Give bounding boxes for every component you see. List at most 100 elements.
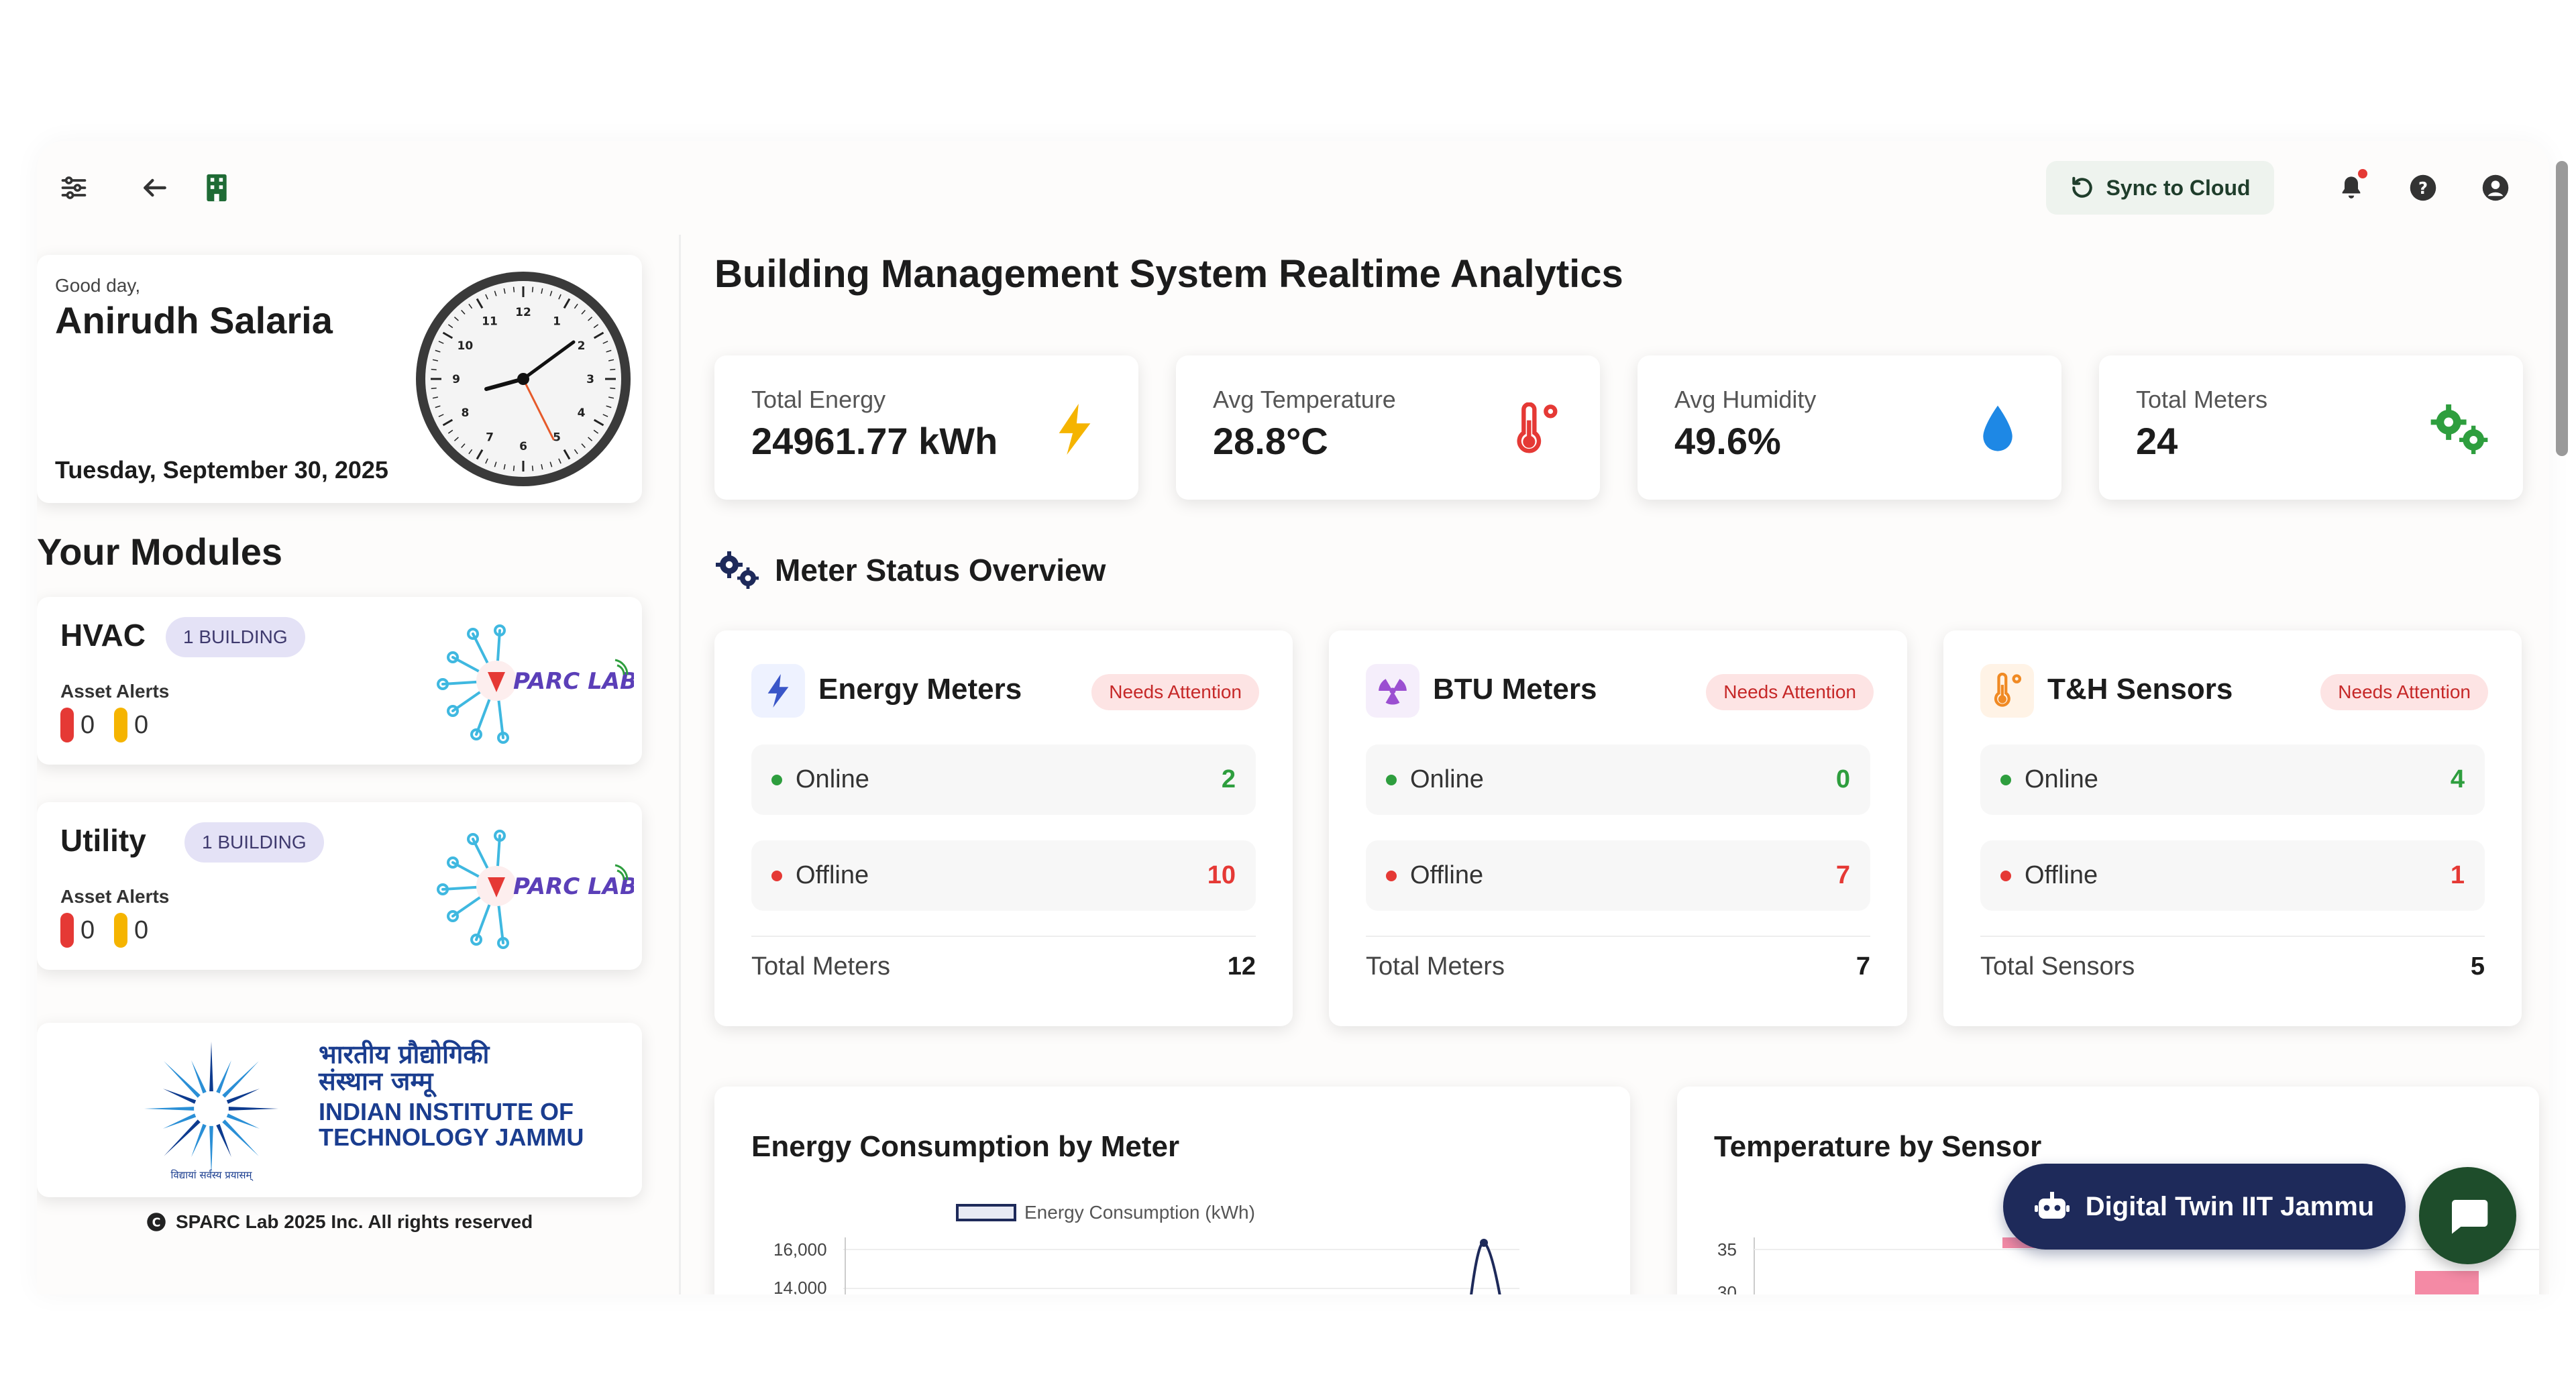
sliders-icon[interactable]: [54, 168, 94, 208]
sparc-lab-logo: PARC LAB: [437, 830, 634, 949]
offline-row: Offline 1: [1980, 840, 2485, 911]
section-title: Meter Status Overview: [775, 553, 1106, 588]
chat-button[interactable]: [2419, 1167, 2516, 1264]
clock-number: 5: [553, 431, 561, 445]
emblem-ray: [228, 1107, 278, 1111]
meter-card-energy[interactable]: Energy Meters Needs Attention Online 2 O…: [714, 630, 1293, 1026]
building-badge: 1 BUILDING: [184, 822, 324, 863]
meter-card-th-sensors[interactable]: T&H Sensors Needs Attention Online 4 Off…: [1943, 630, 2522, 1026]
meter-card-btu[interactable]: BTU Meters Needs Attention Online 0 Offl…: [1329, 630, 1907, 1026]
back-arrow-icon[interactable]: [135, 168, 175, 208]
online-row: Online 0: [1366, 744, 1870, 815]
asset-alerts-label: Asset Alerts: [60, 886, 170, 907]
radiation-icon: [1366, 664, 1419, 718]
notification-dot: [2358, 169, 2367, 178]
energy-consumption-chart: Energy Consumption by Meter Energy Consu…: [714, 1087, 1630, 1294]
clock-number: 1: [553, 315, 561, 328]
iit-name: भारतीय प्रौद्योगिकी संस्थान जम्मू INDIAN…: [319, 1040, 584, 1151]
analog-clock: 121234567891011: [416, 272, 631, 486]
sidebar: Good day, Anirudh Salaria Tuesday, Septe…: [37, 235, 681, 1294]
offline-row: Offline 10: [751, 840, 1256, 911]
clock-number: 9: [452, 373, 460, 386]
needs-attention-badge: Needs Attention: [1091, 674, 1259, 710]
needs-attention-badge: Needs Attention: [1706, 674, 1874, 710]
module-card-hvac[interactable]: HVAC 1 BUILDING Asset Alerts 0 0 PARC LA…: [37, 597, 642, 765]
stat-card-total-meters: Total Meters 24: [2099, 355, 2523, 500]
emblem-ray: [226, 1089, 260, 1104]
module-name: Utility: [60, 823, 146, 858]
clock-number: 11: [482, 315, 498, 328]
svg-text:C: C: [152, 1216, 161, 1229]
lightning-icon: [751, 664, 805, 718]
top-bar: Sync to Cloud ?: [37, 141, 2549, 235]
offline-row: Offline 7: [1366, 840, 1870, 911]
red-alert-count: 0: [60, 708, 95, 742]
clock-number: 2: [578, 339, 586, 353]
droplet-icon: [1968, 399, 2028, 459]
emblem-ray: [162, 1113, 197, 1129]
clock-number: 3: [586, 373, 594, 386]
main-content: Building Management System Realtime Anal…: [714, 235, 2539, 1294]
emblem-ray: [164, 1119, 201, 1156]
chart-legend: Energy Consumption (kWh): [956, 1202, 1255, 1223]
module-name: HVAC: [60, 618, 146, 653]
asset-alerts-label: Asset Alerts: [60, 681, 170, 702]
emblem-ray: [216, 1060, 231, 1094]
emblem-ray: [209, 1125, 213, 1176]
stat-card-avg-temperature: Avg Temperature 28.8°C: [1176, 355, 1600, 500]
stat-card-avg-humidity: Avg Humidity 49.6%: [1638, 355, 2061, 500]
chat-bubble-icon: [2451, 1199, 2487, 1234]
sync-to-cloud-button[interactable]: Sync to Cloud: [2046, 161, 2274, 215]
online-row: Online 2: [751, 744, 1256, 815]
clock-number: 10: [458, 339, 474, 353]
clock-number: 4: [578, 406, 586, 420]
account-icon[interactable]: [2475, 168, 2516, 208]
copyright-icon: C: [147, 1213, 166, 1231]
total-row: Total Meters 12: [751, 952, 1256, 981]
help-icon[interactable]: ?: [2403, 168, 2443, 208]
emblem-ray: [222, 1119, 259, 1156]
svg-text:PARC LAB: PARC LAB: [513, 873, 634, 900]
sync-icon: [2072, 176, 2093, 198]
gears-icon: [716, 551, 759, 589]
building-badge: 1 BUILDING: [166, 617, 305, 657]
lightning-icon: [1044, 399, 1105, 459]
svg-text:?: ?: [2418, 178, 2428, 198]
emblem-ray: [162, 1089, 197, 1104]
total-row: Total Sensors 5: [1980, 952, 2485, 981]
yellow-alert-count: 0: [114, 913, 148, 948]
greeting-card: Good day, Anirudh Salaria Tuesday, Septe…: [37, 255, 642, 503]
iit-jammu-logo-card: विद्यायां सर्वस्य प्रयासम् भारतीय प्रौद्…: [37, 1023, 642, 1197]
stat-card-total-energy: Total Energy 24961.77 kWh: [714, 355, 1138, 500]
clock-number: 6: [519, 440, 527, 453]
emblem-ray: [144, 1107, 195, 1111]
thermometer-icon: [1980, 664, 2034, 718]
emblem-ray: [216, 1123, 231, 1158]
red-alert-count: 0: [60, 913, 95, 948]
digital-twin-button[interactable]: Digital Twin IIT Jammu: [2003, 1164, 2406, 1250]
page-scrollbar[interactable]: [2556, 161, 2568, 456]
emblem-ray: [164, 1061, 201, 1098]
building-icon[interactable]: [197, 168, 237, 208]
user-name: Anirudh Salaria: [55, 299, 333, 341]
energy-line-series: [843, 1237, 1519, 1294]
svg-text:विद्यायां सर्वस्य प्रयासम्: विद्यायां सर्वस्य प्रयासम्: [171, 1169, 254, 1181]
emblem-ray: [191, 1060, 207, 1094]
yellow-alert-count: 0: [114, 708, 148, 742]
sync-label: Sync to Cloud: [2106, 175, 2251, 200]
current-date: Tuesday, September 30, 2025: [55, 456, 388, 484]
emblem-ray: [209, 1042, 213, 1092]
clock-number: 7: [486, 431, 494, 445]
emblem-ray: [191, 1123, 207, 1158]
thermometer-icon: [1506, 399, 1566, 459]
greeting-small: Good day,: [55, 275, 141, 296]
emblem-ray: [222, 1061, 259, 1098]
bell-icon[interactable]: [2331, 168, 2371, 208]
modules-title: Your Modules: [37, 531, 283, 573]
module-card-utility[interactable]: Utility 1 BUILDING Asset Alerts 0 0 PARC…: [37, 802, 642, 970]
clock-number: 12: [515, 306, 531, 319]
online-row: Online 4: [1980, 744, 2485, 815]
robot-icon: [2034, 1192, 2070, 1219]
sparc-lab-logo: PARC LAB: [437, 624, 634, 744]
svg-text:PARC LAB: PARC LAB: [513, 668, 634, 695]
